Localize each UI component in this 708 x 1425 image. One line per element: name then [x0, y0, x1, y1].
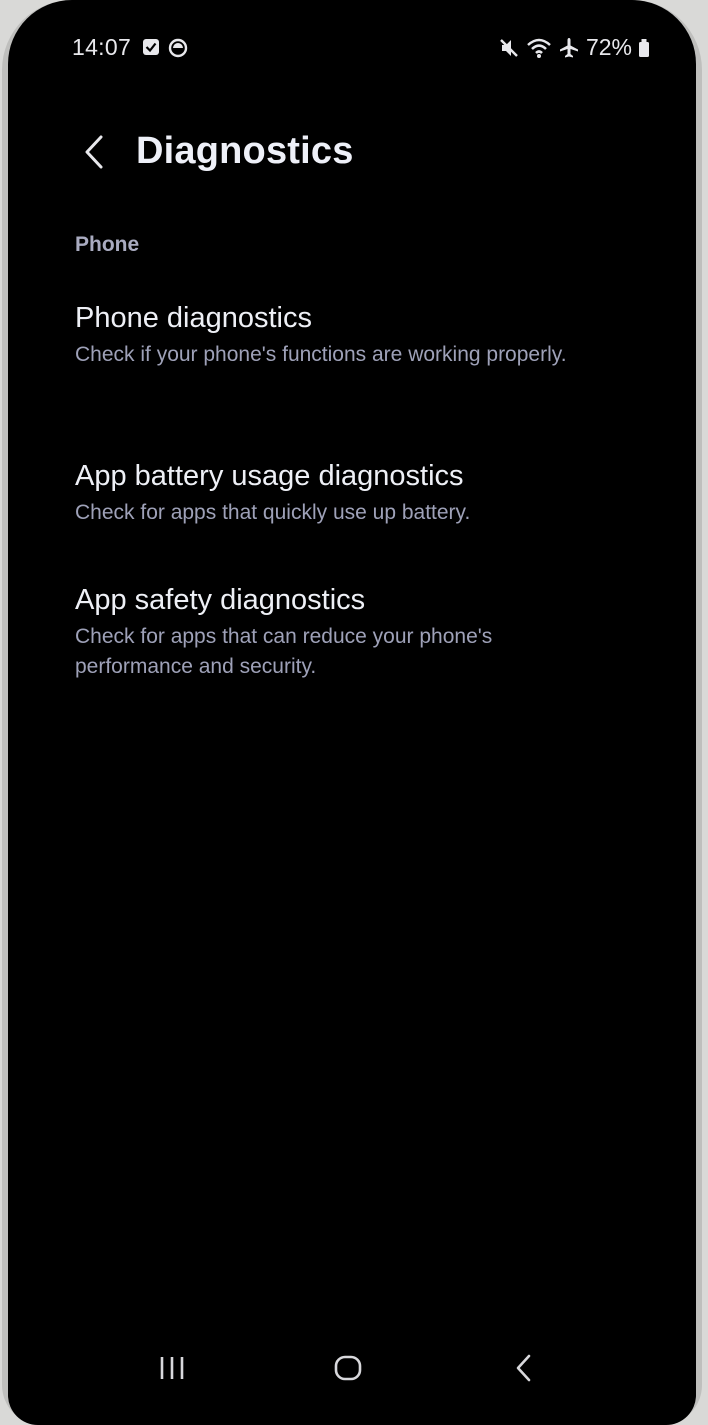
battery-icon — [638, 38, 650, 58]
app-safety-diagnostics-item[interactable]: App safety diagnostics Check for apps th… — [75, 582, 615, 682]
item-subtitle: Check for apps that can reduce your phon… — [75, 625, 493, 678]
airplane-icon — [558, 37, 580, 59]
back-button[interactable] — [72, 128, 116, 176]
recent-apps-icon — [157, 1355, 187, 1381]
home-icon — [333, 1354, 363, 1382]
navigation-bar — [8, 1330, 696, 1410]
phone-diagnostics-item[interactable]: Phone diagnostics Check if your phone's … — [75, 300, 615, 370]
status-bar: 14:07 72% — [8, 30, 696, 70]
status-time: 14:07 — [72, 34, 132, 60]
app-bar: Diagnostics — [8, 118, 696, 188]
status-right: 72% — [498, 34, 650, 61]
page-title: Diagnostics — [136, 130, 354, 172]
circle-notification-icon — [168, 38, 188, 58]
checkbox-notification-icon — [142, 38, 160, 58]
home-button[interactable] — [318, 1340, 378, 1396]
chevron-left-icon — [82, 134, 106, 170]
mute-icon — [498, 37, 520, 59]
item-subtitle: Check for apps that quickly use up batte… — [75, 501, 471, 524]
app-battery-usage-diagnostics-item[interactable]: App battery usage diagnostics Check for … — [75, 458, 615, 528]
back-icon — [513, 1353, 535, 1383]
item-subtitle: Check if your phone's functions are work… — [75, 343, 567, 366]
battery-percent: 72% — [585, 34, 632, 60]
nav-back-button[interactable] — [494, 1340, 554, 1396]
recent-apps-button[interactable] — [142, 1340, 202, 1396]
item-title: Phone diagnostics — [75, 302, 312, 334]
item-title: App battery usage diagnostics — [75, 460, 464, 492]
phone-screen: 14:07 72% Diagnostics Phone Phone diagno… — [8, 0, 696, 1425]
item-title: App safety diagnostics — [75, 584, 366, 616]
notification-icons — [142, 38, 188, 58]
section-header-phone: Phone — [75, 233, 140, 256]
wifi-icon — [526, 37, 552, 59]
